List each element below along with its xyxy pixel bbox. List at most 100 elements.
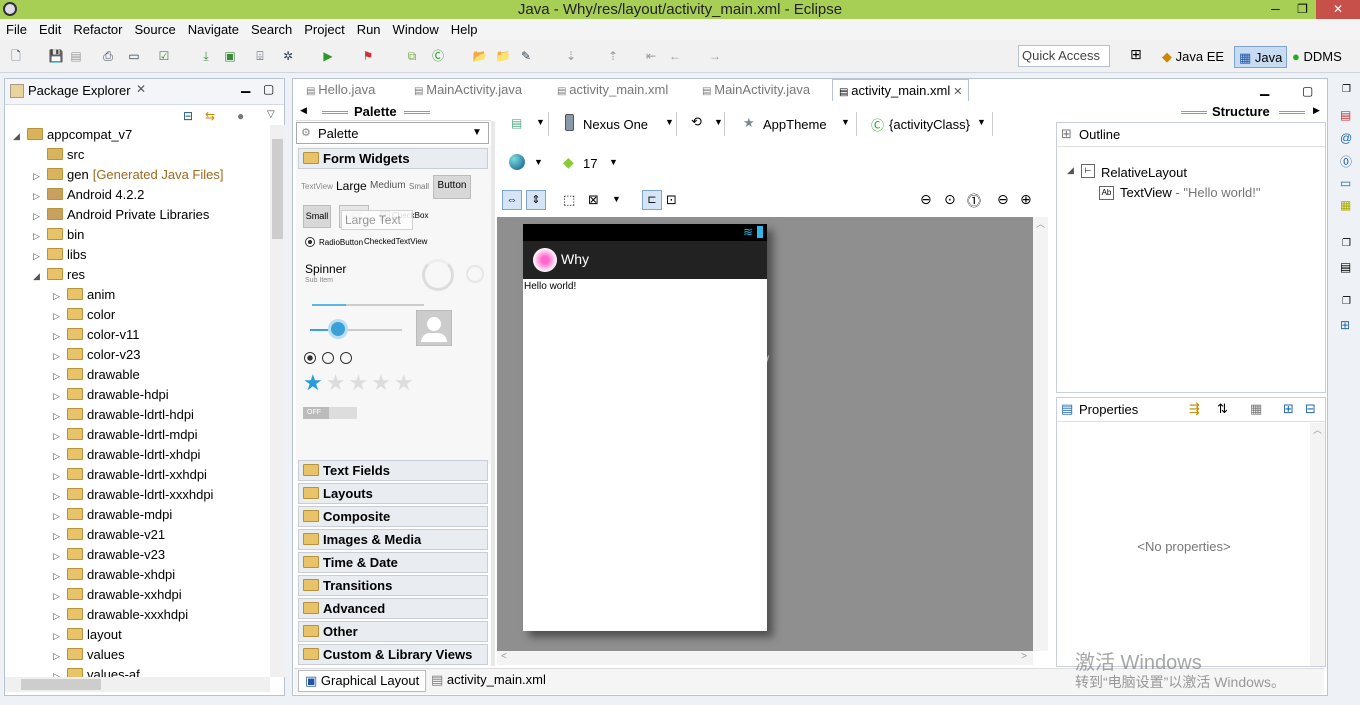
restore-button[interactable]: ❐: [1289, 0, 1316, 19]
tree-item[interactable]: ▷ drawable-mdpi: [53, 505, 172, 525]
close-button[interactable]: ✕: [1316, 0, 1360, 19]
collapsed-arrow-icon[interactable]: ▷: [53, 606, 63, 626]
close-tab-icon[interactable]: ✕: [136, 82, 146, 96]
filter-icon[interactable]: ▦: [1250, 401, 1262, 417]
theme-dropdown[interactable]: ★ AppTheme ▼: [739, 112, 857, 136]
collapsed-arrow-icon[interactable]: ▷: [53, 526, 63, 546]
widget-switch[interactable]: OFF: [303, 407, 357, 419]
download-icon[interactable]: ⤓: [198, 48, 214, 64]
restore-icon[interactable]: ❐: [1342, 84, 1351, 95]
widget-spinner[interactable]: Spinner: [305, 262, 346, 276]
editor-tab[interactable]: ▤ activity_main.xml ✕: [832, 79, 970, 101]
expand-all-icon[interactable]: ⊞: [1283, 401, 1294, 417]
collapsed-arrow-icon[interactable]: ▷: [53, 346, 63, 366]
expanded-arrow-icon[interactable]: ◢: [33, 266, 43, 286]
advanced-icon[interactable]: ⇶: [1189, 401, 1200, 417]
widget-progressbar-small[interactable]: [466, 265, 484, 283]
tree-item[interactable]: ▷ color-v23: [53, 345, 140, 365]
tree-item[interactable]: ▷ drawable-ldrtl-mdpi: [53, 425, 198, 445]
widget-large-text[interactable]: Large: [336, 179, 367, 193]
zoom-actual-icon[interactable]: ⓵: [967, 191, 981, 211]
editor-tab[interactable]: ▤ MainActivity.java: [696, 79, 816, 101]
widget-small-text[interactable]: Small: [409, 182, 429, 191]
tree-item[interactable]: ▷ drawable-hdpi: [53, 385, 169, 405]
collapse-structure-icon[interactable]: ▶: [1313, 105, 1320, 116]
link-editor-icon[interactable]: ⇆: [205, 109, 215, 123]
editor-maximize-icon[interactable]: ▢: [1302, 84, 1313, 98]
collapsed-arrow-icon[interactable]: ▷: [33, 166, 43, 186]
collapsed-arrow-icon[interactable]: ▷: [33, 246, 43, 266]
menu-edit[interactable]: Edit: [33, 19, 67, 40]
palette-category[interactable]: Other: [298, 621, 488, 642]
restore-icon[interactable]: ❐: [1342, 238, 1351, 249]
save-icon[interactable]: 💾: [48, 48, 64, 64]
collapsed-arrow-icon[interactable]: ▷: [53, 646, 63, 666]
new-icon[interactable]: 🗋: [8, 48, 24, 64]
focus-icon[interactable]: ●: [237, 109, 244, 123]
minimize-view-icon[interactable]: ▁: [241, 79, 250, 93]
forward-icon[interactable]: →: [707, 48, 723, 64]
widget-quickcontactbadge[interactable]: [416, 310, 452, 346]
next-annotation-icon[interactable]: ⇣: [563, 48, 579, 64]
collapsed-arrow-icon[interactable]: ▷: [53, 506, 63, 526]
new-class-icon[interactable]: Ⓒ: [430, 48, 446, 64]
tree-item[interactable]: ▷ drawable-ldrtl-hdpi: [53, 405, 194, 425]
menu-file[interactable]: File: [0, 19, 33, 40]
perspective-ddms[interactable]: ● DDMS: [1288, 46, 1346, 68]
tree-item[interactable]: ▷ drawable-xxhdpi: [53, 585, 182, 605]
editor-tab[interactable]: ▤ MainActivity.java: [408, 79, 528, 101]
zoom-out-small-icon[interactable]: ⊖: [997, 191, 1009, 208]
collapsed-arrow-icon[interactable]: ▷: [53, 626, 63, 646]
run-icon[interactable]: ▶: [320, 48, 336, 64]
logcat-icon[interactable]: ▦: [1340, 198, 1351, 212]
tree-item[interactable]: ▷ values-af: [53, 665, 140, 677]
config-dropdown[interactable]: ▤ ▼: [499, 112, 549, 136]
palette-category[interactable]: Custom & Library Views: [298, 644, 488, 665]
menu-search[interactable]: Search: [245, 19, 298, 40]
outline-relative-layout[interactable]: RelativeLayout: [1101, 165, 1187, 180]
open-perspective-icon[interactable]: ⊞: [1130, 46, 1148, 66]
menu-source[interactable]: Source: [129, 19, 182, 40]
outline-textview[interactable]: TextView - "Hello world!": [1120, 185, 1261, 200]
editor-minimize-icon[interactable]: ▁: [1260, 82, 1269, 96]
view-menu-icon[interactable]: ▽: [267, 109, 275, 120]
collapsed-arrow-icon[interactable]: ▷: [53, 586, 63, 606]
tree-item[interactable]: ▷ drawable-v21: [53, 525, 165, 545]
device-dropdown[interactable]: Nexus One ▼: [561, 112, 677, 136]
palette-category[interactable]: Images & Media: [298, 529, 488, 550]
collapsed-arrow-icon[interactable]: ▷: [53, 666, 63, 677]
tree-item[interactable]: ▷ drawable-ldrtl-xxhdpi: [53, 465, 207, 485]
collapsed-arrow-icon[interactable]: ▷: [53, 446, 63, 466]
minimize-button[interactable]: ─: [1262, 0, 1289, 19]
tab-xml-source[interactable]: ▤ activity_main.xml: [425, 670, 552, 692]
open-type-icon[interactable]: 📂: [472, 48, 488, 64]
menu-run[interactable]: Run: [351, 19, 387, 40]
palette-splitter[interactable]: [491, 121, 495, 666]
collapsed-arrow-icon[interactable]: ▷: [53, 426, 63, 446]
orientation-dropdown[interactable]: ⟲ ▼: [687, 112, 725, 136]
hello-textview[interactable]: Hello world!: [523, 279, 767, 292]
collapsed-arrow-icon[interactable]: ▷: [33, 206, 43, 226]
properties-scrollbar[interactable]: ︿: [1310, 423, 1325, 666]
tree-item[interactable]: ▷ drawable-xhdpi: [53, 565, 175, 585]
tree-item[interactable]: ▷ Android 4.2.2: [33, 185, 144, 205]
android-sdk-icon[interactable]: ▣: [222, 48, 238, 64]
collapsed-arrow-icon[interactable]: ▷: [53, 486, 63, 506]
menu-refactor[interactable]: Refactor: [67, 19, 128, 40]
distribute-icon[interactable]: ⊡: [666, 192, 677, 208]
collapsed-arrow-icon[interactable]: ▷: [53, 326, 63, 346]
open-task-icon[interactable]: 📁: [495, 48, 511, 64]
zoom-out-icon[interactable]: ⊖: [920, 191, 932, 208]
collapsed-arrow-icon[interactable]: ▷: [53, 566, 63, 586]
widget-textview[interactable]: TextView: [301, 182, 333, 191]
editor-tab[interactable]: ▤ Hello.java: [300, 79, 381, 101]
widget-checked-textview[interactable]: CheckedTextView: [364, 237, 427, 246]
widget-seekbar[interactable]: [310, 329, 402, 331]
restore-icon[interactable]: ❐: [1342, 296, 1351, 307]
widget-radio-button[interactable]: RadioButton: [319, 238, 363, 247]
layout-param-icon[interactable]: ⊏: [642, 190, 662, 210]
sort-icon[interactable]: ⇅: [1217, 401, 1228, 417]
menu-window[interactable]: Window: [387, 19, 445, 40]
palette-category[interactable]: Text Fields: [298, 460, 488, 481]
collapsed-arrow-icon[interactable]: ▷: [53, 406, 63, 426]
